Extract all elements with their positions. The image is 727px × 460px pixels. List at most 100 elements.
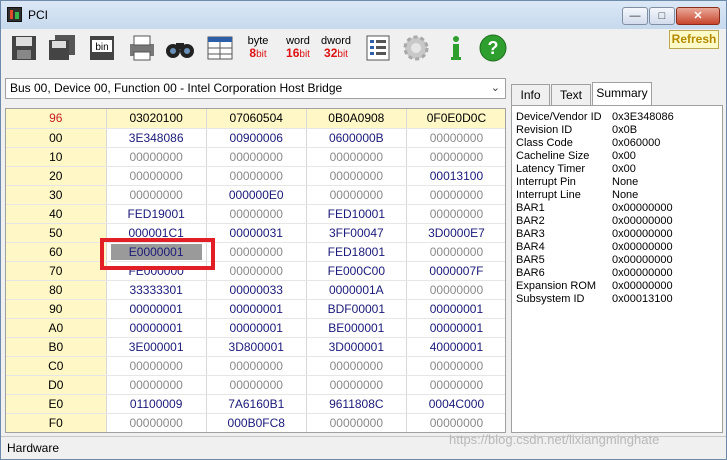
register-cell[interactable]: 00000000 [406,128,505,148]
register-cell[interactable]: 9611808C [306,394,407,414]
register-cell[interactable]: 01100009 [106,394,207,414]
register-cell[interactable]: 00000000 [406,147,505,167]
register-cell[interactable]: 00000000 [106,147,207,167]
register-cell[interactable]: 00000000 [406,356,505,376]
register-cell[interactable]: 00000000 [306,166,407,186]
refresh-button[interactable]: Refresh [669,30,719,49]
register-cell[interactable]: 00000000 [206,375,307,395]
find-icon[interactable] [163,33,197,63]
register-cell[interactable]: 0004C000 [406,394,505,414]
register-cell[interactable]: 00000000 [406,204,505,224]
byte-view-button[interactable]: byte 8bit [241,33,275,63]
register-cell[interactable]: 000000E0 [206,185,307,205]
register-cell[interactable]: 000B0FC8 [206,413,307,432]
list-view-icon[interactable] [361,33,395,63]
register-cell[interactable]: FE000C00 [306,261,407,281]
register-cell[interactable]: 3FF00047 [306,223,407,243]
summary-row: BAR3 0x00000000 [516,228,722,241]
row-offset: A0 [6,318,107,338]
minimize-button[interactable]: — [622,7,648,25]
register-cell[interactable]: 00000000 [106,185,207,205]
register-cell[interactable]: 00000000 [206,204,307,224]
summary-value: 0x00000000 [612,254,673,266]
row-offset: C0 [6,356,107,376]
register-cell[interactable]: 33333301 [106,280,207,300]
register-cell[interactable]: 00000000 [306,413,407,432]
register-cell[interactable]: 3D000001 [306,337,407,357]
settings-gear-icon[interactable] [399,33,433,63]
register-cell[interactable]: 00000001 [406,299,505,319]
maximize-button[interactable]: □ [649,7,675,25]
info-icon[interactable] [439,33,473,63]
register-cell[interactable]: 00000000 [306,147,407,167]
table-row: 10 00000000 00000000 00000000 00000000 [6,147,505,167]
help-icon[interactable]: ? [476,33,510,63]
byte-unit: bit [256,49,267,60]
register-cell[interactable]: 00000000 [406,242,505,262]
register-cell[interactable]: 00000000 [206,166,307,186]
register-cell[interactable]: 00000000 [206,242,307,262]
register-cell[interactable]: 00000031 [206,223,307,243]
dword-view-button[interactable]: dword 32bit [319,33,353,63]
register-cell[interactable]: 0000001A [306,280,407,300]
register-cell[interactable]: 7A6160B1 [206,394,307,414]
register-cell[interactable]: 00000000 [106,166,207,186]
register-cell[interactable]: 00013100 [406,166,505,186]
register-cell[interactable]: 00000000 [306,185,407,205]
register-cell[interactable]: 00000000 [106,413,207,432]
register-cell[interactable]: FED19001 [106,204,207,224]
register-cell[interactable]: 00000000 [406,185,505,205]
register-cell[interactable]: BE000001 [306,318,407,338]
register-cell[interactable]: 00000001 [206,318,307,338]
register-cell[interactable]: 00000000 [206,147,307,167]
register-cell[interactable]: 3E348086 [106,128,207,148]
row-offset: 70 [6,261,107,281]
register-cell[interactable]: 00000001 [106,299,207,319]
register-cell[interactable]: 00000000 [406,375,505,395]
tab-info[interactable]: Info [511,84,550,106]
device-select[interactable]: Bus 00, Device 00, Function 00 - Intel C… [5,78,506,99]
register-cell[interactable]: 3E000001 [106,337,207,357]
register-cell[interactable]: 3D800001 [206,337,307,357]
register-cell[interactable]: 00000000 [206,356,307,376]
register-cell[interactable]: 00000000 [306,356,407,376]
summary-key: Interrupt Line [516,189,581,201]
register-cell[interactable]: 00000000 [106,356,207,376]
save-all-icon[interactable] [45,33,79,63]
register-cell[interactable]: FED18001 [306,242,407,262]
register-cell[interactable]: FE000000 [106,261,207,281]
register-cell[interactable]: 00000000 [106,375,207,395]
register-cell[interactable]: 000001C1 [106,223,207,243]
print-icon[interactable] [125,33,159,63]
selected-register-cell[interactable]: E0000001 [106,242,207,262]
app-icon [7,7,22,22]
save-icon[interactable] [7,33,41,63]
register-cell[interactable]: 00000000 [406,280,505,300]
word-unit: bit [299,49,310,60]
summary-key: BAR6 [516,267,545,279]
register-cell[interactable]: 00000000 [406,413,505,432]
tab-text[interactable]: Text [551,84,591,106]
dword-unit: bit [337,49,348,60]
register-cell[interactable]: 0600000B [306,128,407,148]
summary-key: Subsystem ID [516,293,585,305]
register-cell[interactable]: 00000001 [406,318,505,338]
register-cell[interactable]: FED10001 [306,204,407,224]
register-cell[interactable]: 00000033 [206,280,307,300]
register-cell[interactable]: 00000001 [206,299,307,319]
register-cell[interactable]: 00000000 [306,375,407,395]
register-cell[interactable]: 40000001 [406,337,505,357]
binary-icon[interactable]: bin [85,33,119,63]
register-cell[interactable]: BDF00001 [306,299,407,319]
register-cell[interactable]: 3D0000E7 [406,223,505,243]
register-cell[interactable]: 00900006 [206,128,307,148]
word-view-button[interactable]: word 16bit [281,33,315,63]
summary-row: Latency Timer 0x00 [516,163,722,176]
register-cell[interactable]: 00000001 [106,318,207,338]
table-row: E0 01100009 7A6160B1 9611808C 0004C000 [6,394,505,414]
table-view-icon[interactable] [203,33,237,63]
register-cell[interactable]: 0000007F [406,261,505,281]
close-button[interactable]: ✕ [676,7,720,25]
register-cell[interactable]: 00000000 [206,261,307,281]
tab-summary[interactable]: Summary [592,82,652,105]
